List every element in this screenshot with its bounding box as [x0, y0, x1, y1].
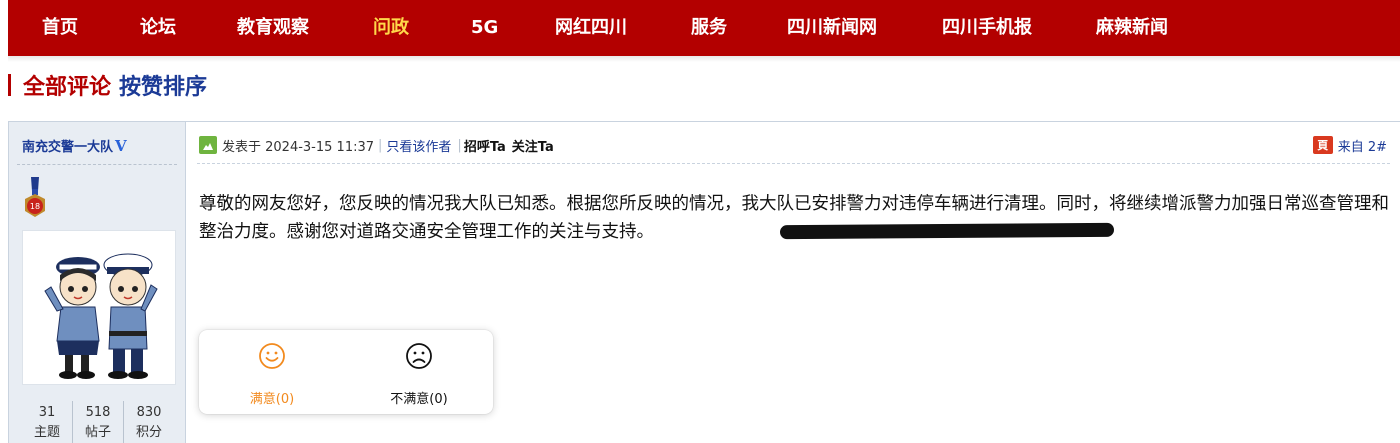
source-floor-link[interactable]: 来自 2# [1338, 136, 1387, 155]
post-source: 頁 来自 2# [1312, 134, 1387, 156]
redaction-mark [779, 222, 1115, 240]
stat-topics-value: 31 [38, 405, 56, 420]
post-meta: 发表于 2024-3-15 11:37 | 只看该作者 | 招呼Ta 关注Ta [199, 134, 554, 156]
nav-item-sichuan-news[interactable]: 四川新闻网 [787, 0, 877, 56]
stat-posts-label: 帖子 [84, 425, 111, 440]
nav-item-forum[interactable]: 论坛 [140, 0, 176, 56]
reaction-card: 满意(0) 不满意(0) [199, 330, 493, 414]
author-sidebar: 南充交警一大队 V 18 31 主题 518 帖子 830 积分 [9, 122, 186, 443]
stat-topics-label: 主题 [33, 425, 60, 440]
follow-link[interactable]: 关注Ta [512, 136, 554, 155]
stat-points[interactable]: 830 积分 [124, 401, 174, 443]
unsatisfied-label: 不满意(0) [390, 392, 448, 407]
source-icon: 頁 [1312, 136, 1333, 154]
greet-link[interactable]: 招呼Ta [464, 136, 506, 155]
nav-item-education[interactable]: 教育观察 [237, 0, 309, 56]
nav-item-wenzheng[interactable]: 问政 [373, 0, 409, 56]
satisfied-button[interactable]: 满意(0) [212, 342, 332, 407]
unsatisfied-button[interactable]: 不满意(0) [359, 342, 479, 407]
sort-by-likes-link[interactable]: 按赞排序 [119, 69, 207, 101]
nav-item-mala-news[interactable]: 麻辣新闻 [1096, 0, 1168, 56]
post-icon [199, 136, 217, 154]
stat-posts[interactable]: 518 帖子 [73, 401, 124, 443]
nav-item-wanghong-sichuan[interactable]: 网红四川 [555, 0, 627, 56]
nav-item-sichuan-mobile[interactable]: 四川手机报 [942, 0, 1032, 56]
verified-icon: V [115, 137, 127, 155]
post-divider [197, 163, 1390, 164]
police-cartoon-avatar-icon [44, 253, 158, 379]
smile-icon [259, 343, 285, 369]
posted-time: 发表于 2024-3-15 11:37 [222, 139, 375, 155]
only-author-link[interactable]: 只看该作者 [386, 136, 451, 155]
author-stats: 31 主题 518 帖子 830 积分 [22, 401, 174, 443]
meta-divider: | [457, 137, 462, 153]
comments-heading: 全部评论 按赞排序 [8, 70, 207, 100]
nav-item-home[interactable]: 首页 [42, 0, 78, 56]
nav-shadow [8, 56, 1400, 62]
author-name: 南充交警一大队 [22, 140, 114, 155]
meta-divider: | [378, 137, 383, 153]
stat-points-value: 830 [136, 405, 162, 420]
author-name-link[interactable]: 南充交警一大队 V [22, 136, 127, 155]
stat-points-label: 积分 [135, 425, 162, 440]
author-avatar[interactable] [22, 230, 176, 385]
all-comments-title: 全部评论 [23, 75, 112, 100]
satisfied-label: 满意(0) [249, 392, 295, 407]
medal-icon: 18 [25, 177, 45, 217]
stat-posts-value: 518 [85, 405, 111, 420]
nav-item-5g[interactable]: 5G [471, 0, 498, 56]
nav-item-service[interactable]: 服务 [691, 0, 727, 56]
heading-accent-bar [8, 74, 11, 96]
frown-icon [406, 343, 432, 369]
medal-level: 18 [30, 202, 40, 211]
top-nav-bar: 首页 论坛 教育观察 问政 5G 网红四川 服务 四川新闻网 四川手机报 麻辣新… [8, 0, 1400, 56]
stat-topics[interactable]: 31 主题 [22, 401, 73, 443]
author-divider [17, 164, 177, 165]
